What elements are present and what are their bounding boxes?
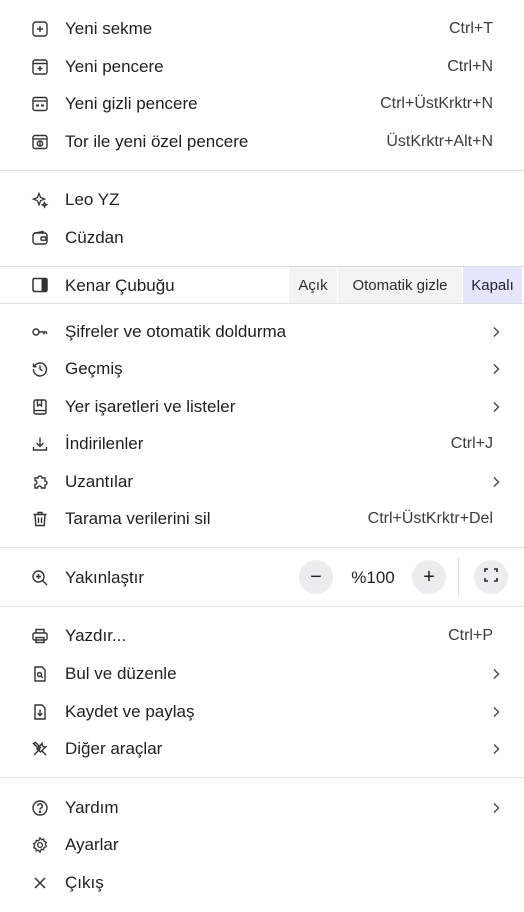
menu-item-wallet[interactable]: Cüzdan (0, 219, 524, 256)
menu-item-shortcut: Ctrl+T (449, 19, 493, 37)
find-icon (31, 665, 49, 683)
menu-item-new-private-window[interactable]: Yeni gizli pencere Ctrl+ÜstKrktr+N (0, 85, 524, 122)
zoom-row: Yakınlaştır − %100 + (0, 556, 524, 600)
print-icon (31, 627, 49, 645)
chevron-right-icon (490, 742, 502, 756)
sidebar-option-closed[interactable]: Kapalı (462, 267, 522, 303)
menu-item-label: Yeni gizli pencere (65, 93, 198, 113)
menu-item-shortcut: Ctrl+P (448, 626, 493, 644)
menu-item-more-tools[interactable]: Diğer araçlar (0, 730, 524, 767)
menu-item-settings[interactable]: Ayarlar (0, 826, 524, 863)
menu-item-label: Tarama verilerini sil (65, 508, 211, 528)
divider (0, 777, 524, 778)
sidebar-option-label: Açık (298, 276, 328, 294)
menu-item-label: Yazdır... (65, 625, 127, 645)
menu-item-label: Yeni pencere (65, 56, 164, 76)
chevron-right-icon (490, 667, 502, 681)
menu-item-label: Şifreler ve otomatik doldurma (65, 321, 287, 341)
tor-window-icon (31, 133, 49, 151)
new-tab-icon (31, 20, 49, 38)
leo-ai-icon (31, 191, 49, 209)
menu-item-shortcut: Ctrl+ÜstKrktr+Del (367, 509, 493, 527)
menu-item-label: Çıkış (65, 872, 104, 892)
fullscreen-icon (483, 566, 499, 589)
menu-item-help[interactable]: Yardım (0, 789, 524, 826)
fullscreen-button[interactable] (474, 560, 508, 594)
chevron-right-icon (490, 362, 502, 376)
menu-item-label: Yeni sekme (65, 18, 153, 38)
menu-item-passwords[interactable]: Şifreler ve otomatik doldurma (0, 313, 524, 350)
menu-item-bookmarks[interactable]: Yer işaretleri ve listeler (0, 388, 524, 425)
sidebar-option-label: Otomatik gizle (352, 276, 448, 294)
settings-icon (31, 836, 49, 854)
new-window-icon (31, 58, 49, 76)
zoom-label: Yakınlaştır (65, 568, 145, 587)
close-icon (31, 874, 49, 892)
chevron-right-icon (490, 801, 502, 815)
download-icon (31, 435, 49, 453)
save-share-icon (31, 703, 49, 721)
menu-item-label: İndirilenler (65, 433, 144, 453)
menu-item-label: Kaydet ve paylaş (65, 701, 195, 721)
menu-item-downloads[interactable]: İndirilenler Ctrl+J (0, 425, 524, 462)
zoom-out-button[interactable]: − (299, 560, 333, 594)
menu-item-shortcut: Ctrl+J (450, 434, 493, 452)
minus-icon: − (310, 565, 322, 588)
menu-item-shortcut: Ctrl+N (447, 57, 493, 75)
zoom-value: %100 (351, 568, 395, 587)
menu-item-label: Yer işaretleri ve listeler (65, 396, 236, 416)
menu-item-extensions[interactable]: Uzantılar (0, 463, 524, 500)
help-icon (31, 799, 49, 817)
zoom-in-button[interactable]: + (412, 560, 446, 594)
menu-item-label: Leo YZ (65, 189, 120, 209)
menu-item-new-window[interactable]: Yeni pencere Ctrl+N (0, 48, 524, 85)
menu-item-find-edit[interactable]: Bul ve düzenle (0, 655, 524, 692)
menu-item-label: Uzantılar (65, 471, 134, 491)
sidebar-icon (31, 276, 49, 294)
menu-item-history[interactable]: Geçmiş (0, 350, 524, 387)
menu-item-label: Geçmiş (65, 358, 123, 378)
zoom-icon (31, 569, 49, 587)
menu-item-label: Bul ve düzenle (65, 663, 177, 683)
sidebar-option-autohide[interactable]: Otomatik gizle (337, 267, 462, 303)
menu-item-new-tab[interactable]: Yeni sekme Ctrl+T (0, 10, 524, 47)
trash-icon (31, 510, 49, 528)
sidebar-setting-row: Kenar Çubuğu Açık Otomatik gizle Kapalı (0, 266, 524, 304)
menu-item-save-share[interactable]: Kaydet ve paylaş (0, 693, 524, 730)
sidebar-option-label: Kapalı (471, 276, 514, 294)
tools-icon (31, 740, 49, 758)
chevron-right-icon (490, 705, 502, 719)
menu-item-exit[interactable]: Çıkış (0, 864, 524, 901)
zoom-separator (458, 558, 459, 596)
menu-item-label: Ayarlar (65, 834, 119, 854)
extensions-icon (31, 473, 49, 491)
chevron-right-icon (490, 475, 502, 489)
key-icon (31, 323, 49, 341)
menu-item-label: Tor ile yeni özel pencere (65, 131, 249, 151)
divider (0, 170, 524, 171)
wallet-icon (31, 229, 49, 247)
menu-item-print[interactable]: Yazdır... Ctrl+P (0, 617, 524, 654)
menu-item-shortcut: ÜstKrktr+Alt+N (386, 132, 493, 150)
divider (0, 606, 524, 607)
chevron-right-icon (490, 400, 502, 414)
sidebar-option-open[interactable]: Açık (288, 267, 337, 303)
menu-item-clear-browsing-data[interactable]: Tarama verilerini sil Ctrl+ÜstKrktr+Del (0, 500, 524, 537)
menu-item-shortcut: Ctrl+ÜstKrktr+N (380, 94, 493, 112)
menu-item-new-tor-window[interactable]: Tor ile yeni özel pencere ÜstKrktr+Alt+N (0, 123, 524, 160)
private-window-icon (31, 95, 49, 113)
history-icon (31, 360, 49, 378)
sidebar-setting-label: Kenar Çubuğu (65, 276, 175, 295)
chevron-right-icon (490, 325, 502, 339)
menu-item-label: Diğer araçlar (65, 738, 163, 758)
menu-item-label: Cüzdan (65, 227, 124, 247)
app-menu: Yeni sekme Ctrl+T Yeni pencere Ctrl+N Ye… (0, 0, 524, 912)
menu-item-leo-ai[interactable]: Leo YZ (0, 181, 524, 218)
divider (0, 547, 524, 548)
menu-item-label: Yardım (65, 797, 119, 817)
plus-icon: + (423, 565, 435, 588)
bookmark-icon (31, 398, 49, 416)
